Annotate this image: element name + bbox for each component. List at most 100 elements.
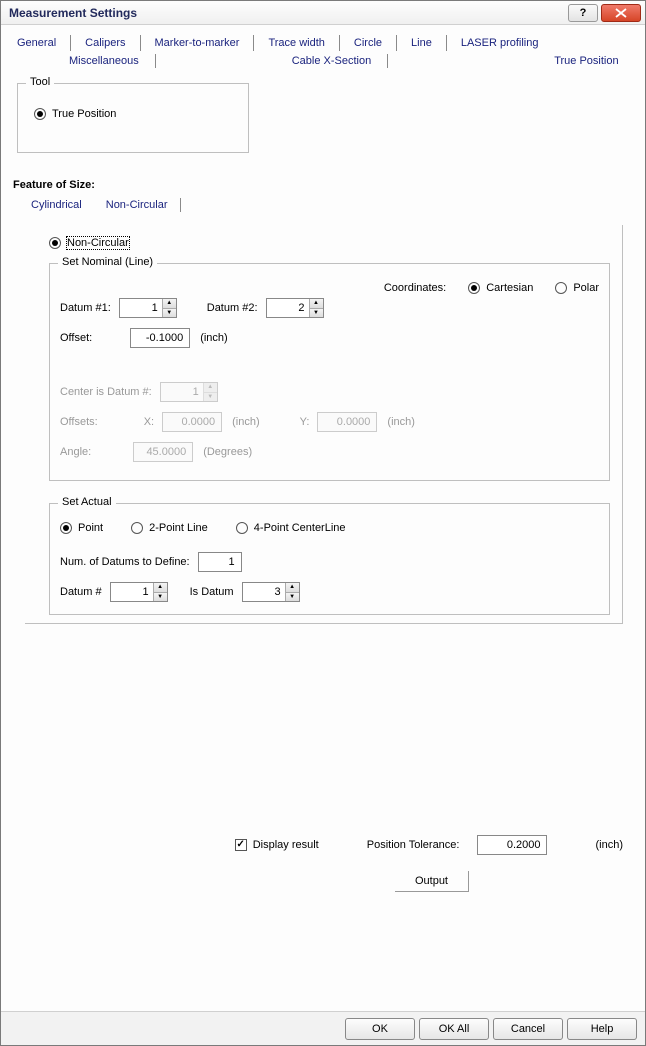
is-datum-up[interactable]: ▲ bbox=[285, 583, 299, 593]
y-label: Y: bbox=[300, 416, 310, 428]
two-point-label: 2-Point Line bbox=[149, 522, 208, 534]
datum2-down[interactable]: ▼ bbox=[309, 309, 323, 318]
tab-cable-x-section[interactable]: Cable X-Section bbox=[286, 53, 378, 69]
output-row: Output bbox=[1, 871, 645, 892]
set-actual-legend: Set Actual bbox=[58, 496, 116, 508]
offsets-label: Offsets: bbox=[60, 416, 98, 428]
y-unit: (inch) bbox=[387, 416, 415, 428]
point-radio[interactable]: Point bbox=[60, 522, 103, 534]
center-datum-input: ▲▼ bbox=[160, 382, 218, 402]
main-tabs: General Calipers Marker-to-marker Trace … bbox=[11, 35, 635, 69]
is-datum-input[interactable]: ▲▼ bbox=[242, 582, 300, 602]
angle-row: Angle: 45.0000 (Degrees) bbox=[60, 442, 599, 462]
tool-legend: Tool bbox=[26, 76, 54, 88]
position-tolerance-label: Position Tolerance: bbox=[367, 839, 460, 851]
ok-button[interactable]: OK bbox=[345, 1018, 415, 1040]
datum-row: Datum #1: ▲▼ Datum #2: ▲▼ bbox=[60, 298, 599, 318]
non-circular-radio[interactable]: Non-Circular bbox=[49, 237, 129, 249]
tab-true-position[interactable]: True Position bbox=[548, 53, 624, 69]
ok-all-button[interactable]: OK All bbox=[419, 1018, 489, 1040]
close-button[interactable] bbox=[601, 4, 641, 22]
offset-row: Offset: -0.1000 (inch) bbox=[60, 328, 599, 348]
tab-general[interactable]: General bbox=[11, 35, 62, 51]
datum-num-field[interactable] bbox=[111, 583, 153, 601]
datum-num-down[interactable]: ▼ bbox=[153, 593, 167, 602]
is-datum-field[interactable] bbox=[243, 583, 285, 601]
datum-is-row: Datum # ▲▼ Is Datum ▲▼ bbox=[60, 582, 599, 602]
tab-calipers[interactable]: Calipers bbox=[79, 35, 131, 51]
dialog: Measurement Settings ? General Calipers … bbox=[0, 0, 646, 1046]
subtab-cylindrical[interactable]: Cylindrical bbox=[25, 197, 88, 213]
center-datum-row: Center is Datum #: ▲▼ bbox=[60, 382, 599, 402]
datum1-input[interactable]: ▲▼ bbox=[119, 298, 177, 318]
is-datum-label: Is Datum bbox=[190, 586, 234, 598]
actual-mode-row: Point 2-Point Line 4-Point CenterLine bbox=[60, 522, 599, 534]
datum2-input[interactable]: ▲▼ bbox=[266, 298, 324, 318]
feature-of-size-title: Feature of Size: bbox=[13, 179, 635, 191]
angle-input: 45.0000 bbox=[133, 442, 193, 462]
cancel-button[interactable]: Cancel bbox=[493, 1018, 563, 1040]
tool-groupbox: Tool True Position bbox=[17, 83, 249, 153]
position-tolerance-unit: (inch) bbox=[595, 839, 623, 851]
x-unit: (inch) bbox=[232, 416, 260, 428]
tab-line[interactable]: Line bbox=[405, 35, 438, 51]
datum1-label: Datum #1: bbox=[60, 302, 111, 314]
four-point-radio[interactable]: 4-Point CenterLine bbox=[236, 522, 346, 534]
non-circular-radio-label: Non-Circular bbox=[67, 237, 129, 249]
dialog-footer: OK OK All Cancel Help bbox=[1, 1011, 645, 1045]
two-point-radio[interactable]: 2-Point Line bbox=[131, 522, 208, 534]
position-tolerance-input[interactable]: 0.2000 bbox=[477, 835, 547, 855]
num-datums-row: Num. of Datums to Define: 1 bbox=[60, 552, 599, 572]
point-label: Point bbox=[78, 522, 103, 534]
datum2-up[interactable]: ▲ bbox=[309, 299, 323, 309]
angle-label: Angle: bbox=[60, 446, 91, 458]
help-button[interactable]: ? bbox=[568, 4, 598, 22]
datum-num-input[interactable]: ▲▼ bbox=[110, 582, 168, 602]
tab-trace-width[interactable]: Trace width bbox=[262, 35, 330, 51]
set-nominal-groupbox: Set Nominal (Line) Coordinates: Cartesia… bbox=[49, 263, 610, 481]
datum-num-label: Datum # bbox=[60, 586, 102, 598]
offset-label: Offset: bbox=[60, 332, 92, 344]
polar-radio[interactable]: Polar bbox=[555, 282, 599, 294]
offset-input[interactable]: -0.1000 bbox=[130, 328, 190, 348]
tool-true-position-radio[interactable]: True Position bbox=[34, 108, 116, 120]
display-result-checkbox[interactable]: Display result bbox=[235, 839, 319, 851]
offsets-xy-row: Offsets: X: 0.0000 (inch) Y: 0.0000 (inc… bbox=[60, 412, 599, 432]
datum1-up[interactable]: ▲ bbox=[162, 299, 176, 309]
cartesian-label: Cartesian bbox=[486, 282, 533, 294]
center-up: ▲ bbox=[203, 383, 217, 393]
datum-num-up[interactable]: ▲ bbox=[153, 583, 167, 593]
tab-miscellaneous[interactable]: Miscellaneous bbox=[63, 53, 145, 69]
set-actual-groupbox: Set Actual Point 2-Point Line 4-Point Ce… bbox=[49, 503, 610, 615]
center-datum-label: Center is Datum #: bbox=[60, 386, 152, 398]
window-buttons: ? bbox=[568, 4, 641, 22]
display-result-label: Display result bbox=[253, 839, 319, 851]
datum1-down[interactable]: ▼ bbox=[162, 309, 176, 318]
client-area: General Calipers Marker-to-marker Trace … bbox=[1, 25, 645, 1011]
tab-row-1: General Calipers Marker-to-marker Trace … bbox=[11, 35, 635, 51]
datum1-field[interactable] bbox=[120, 299, 162, 317]
close-icon bbox=[615, 8, 627, 18]
polar-label: Polar bbox=[573, 282, 599, 294]
datum2-field[interactable] bbox=[267, 299, 309, 317]
center-down: ▼ bbox=[203, 393, 217, 402]
tool-true-position-label: True Position bbox=[52, 108, 116, 120]
window-title: Measurement Settings bbox=[9, 6, 137, 20]
display-result-row: Display result Position Tolerance: 0.200… bbox=[1, 835, 645, 855]
y-input: 0.0000 bbox=[317, 412, 377, 432]
non-circular-panel: Non-Circular Set Nominal (Line) Coordina… bbox=[25, 225, 623, 624]
subtab-non-circular[interactable]: Non-Circular bbox=[100, 197, 174, 213]
num-datums-label: Num. of Datums to Define: bbox=[60, 556, 190, 568]
output-button[interactable]: Output bbox=[395, 871, 469, 892]
cartesian-radio[interactable]: Cartesian bbox=[468, 282, 533, 294]
set-nominal-legend: Set Nominal (Line) bbox=[58, 256, 157, 268]
coordinates-label: Coordinates: bbox=[384, 282, 446, 294]
titlebar: Measurement Settings ? bbox=[1, 1, 645, 25]
tab-laser-profiling[interactable]: LASER profiling bbox=[455, 35, 545, 51]
tab-marker-to-marker[interactable]: Marker-to-marker bbox=[149, 35, 246, 51]
tab-circle[interactable]: Circle bbox=[348, 35, 388, 51]
is-datum-down[interactable]: ▼ bbox=[285, 593, 299, 602]
num-datums-input[interactable]: 1 bbox=[198, 552, 242, 572]
help-button-footer[interactable]: Help bbox=[567, 1018, 637, 1040]
x-label: X: bbox=[144, 416, 154, 428]
